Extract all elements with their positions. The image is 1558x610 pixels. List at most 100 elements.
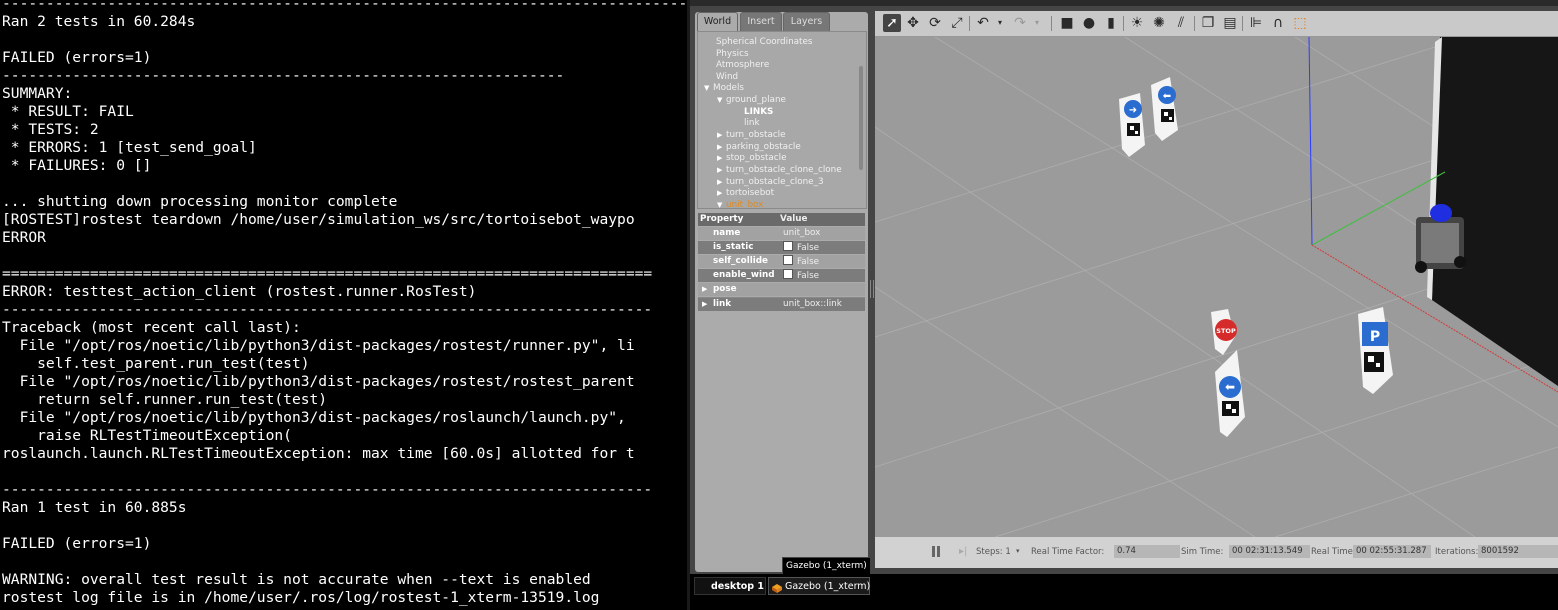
toolbar-separator bbox=[1242, 16, 1243, 31]
expand-right-icon[interactable]: ▶ bbox=[717, 188, 726, 199]
panel-splitter[interactable] bbox=[870, 280, 874, 298]
expand-right-icon[interactable]: ▶ bbox=[717, 142, 726, 153]
spot-light-icon[interactable]: ✺ bbox=[1150, 14, 1168, 32]
expand-right-icon[interactable]: ▶ bbox=[717, 130, 726, 141]
property-value: unit_box bbox=[783, 228, 821, 238]
expand-right-icon[interactable]: ▶ bbox=[717, 165, 726, 176]
gazebo-toolbar: ➚ ✥ ⟳ ⤢ ↶ ▾ ↷ ▾ ■ ● ▮ ☀ ✺ ⫽ ❐ ▤ ⊫ ∩ ⬚ bbox=[875, 11, 1558, 37]
rotate-icon[interactable]: ⟳ bbox=[926, 14, 944, 32]
steps-dropdown-icon[interactable]: ▾ bbox=[1016, 547, 1020, 555]
property-header: Property Value bbox=[698, 213, 865, 226]
expand-down-icon[interactable]: ▼ bbox=[704, 83, 713, 94]
real-time-label: Real Time: bbox=[1311, 547, 1356, 557]
scene-viewport[interactable]: ➜ ⬅ STOP ⬅ P bbox=[875, 37, 1558, 537]
property-row-pose[interactable]: ▶ pose bbox=[698, 283, 865, 296]
svg-text:STOP: STOP bbox=[1216, 327, 1236, 335]
tree-item-unit-box[interactable]: ▼ unit_box bbox=[717, 200, 763, 208]
real-time-value: 00 02:55:31.287 bbox=[1353, 545, 1431, 558]
terminal-output: ----------------------------------------… bbox=[2, 0, 687, 606]
redo-dropdown-icon[interactable]: ▾ bbox=[1028, 14, 1046, 32]
property-value: False bbox=[797, 243, 820, 253]
sphere-shape-icon[interactable]: ● bbox=[1080, 14, 1098, 32]
pause-icon[interactable] bbox=[930, 545, 942, 558]
tab-insert[interactable]: Insert bbox=[740, 12, 782, 31]
desktop-label: desktop 1 bbox=[711, 581, 765, 592]
expand-right-icon[interactable]: ▶ bbox=[717, 177, 726, 188]
gazebo-window: World Insert Layers Spherical Coordinate… bbox=[690, 0, 1558, 610]
gazebo-app-icon bbox=[772, 582, 782, 593]
expand-right-icon[interactable]: ▶ bbox=[717, 153, 726, 164]
tree-item-turn-obstacle-clone-3[interactable]: ▶ turn_obstacle_clone_3 bbox=[717, 177, 824, 188]
tree-item-turn-obstacle-clone-clone[interactable]: ▶ turn_obstacle_clone_clone bbox=[717, 165, 842, 176]
property-key: name bbox=[713, 228, 741, 238]
terminal-window[interactable]: ----------------------------------------… bbox=[0, 0, 687, 610]
property-key: enable_wind bbox=[713, 270, 775, 280]
property-key: link bbox=[713, 299, 732, 309]
tree-item-spherical-coordinates[interactable]: Spherical Coordinates bbox=[716, 37, 813, 48]
svg-text:⬅: ⬅ bbox=[1163, 91, 1171, 102]
point-light-icon[interactable]: ☀ bbox=[1128, 14, 1146, 32]
property-column-header: Property bbox=[700, 214, 744, 224]
box-shape-icon[interactable]: ■ bbox=[1058, 14, 1076, 32]
property-key: pose bbox=[713, 284, 737, 294]
property-row-link[interactable]: ▶ link unit_box::link bbox=[698, 297, 865, 311]
taskbar: desktop 1 Gazebo (1_xterm) bbox=[690, 574, 1558, 610]
property-value: False bbox=[797, 257, 820, 267]
undo-icon[interactable]: ↶ bbox=[974, 14, 992, 32]
tab-layers[interactable]: Layers bbox=[783, 12, 830, 31]
iterations-value: 8001592 bbox=[1478, 545, 1558, 558]
tree-item-link[interactable]: link bbox=[744, 118, 760, 129]
expand-down-icon[interactable]: ▼ bbox=[717, 200, 726, 208]
tree-item-physics[interactable]: Physics bbox=[716, 49, 749, 60]
directional-light-icon[interactable]: ⫽ bbox=[1172, 14, 1190, 32]
property-value: False bbox=[797, 271, 820, 281]
scene-render[interactable]: ➜ ⬅ STOP ⬅ P bbox=[875, 37, 1558, 537]
expand-down-icon[interactable]: ▼ bbox=[717, 95, 726, 106]
scale-icon[interactable]: ⤢ bbox=[948, 14, 966, 32]
paste-icon[interactable]: ▤ bbox=[1221, 14, 1239, 32]
property-row-self-collide: self_collide False bbox=[698, 255, 865, 268]
self-collide-checkbox[interactable] bbox=[783, 255, 793, 265]
simulation-status-bar: ▸| Steps: 1 ▾ Real Time Factor: 0.74 Sim… bbox=[875, 537, 1558, 568]
taskbar-gazebo-window[interactable]: Gazebo (1_xterm) bbox=[768, 577, 870, 595]
rtf-label: Real Time Factor: bbox=[1031, 547, 1105, 557]
tree-item-turn-obstacle[interactable]: ▶ turn_obstacle bbox=[717, 130, 786, 141]
redo-icon[interactable]: ↷ bbox=[1011, 14, 1029, 32]
cylinder-shape-icon[interactable]: ▮ bbox=[1102, 14, 1120, 32]
tab-world[interactable]: World bbox=[697, 12, 738, 31]
gazebo-task-label: Gazebo (1_xterm) bbox=[785, 581, 871, 592]
enable-wind-checkbox[interactable] bbox=[783, 269, 793, 279]
property-key: is_static bbox=[713, 242, 754, 252]
tree-scrollbar[interactable] bbox=[859, 66, 863, 170]
sim-time-value: 00 02:31:13.549 bbox=[1229, 545, 1310, 558]
steps-label[interactable]: Steps: 1 bbox=[976, 547, 1011, 557]
tree-item-models[interactable]: ▼ Models bbox=[704, 83, 744, 94]
tree-item-atmosphere[interactable]: Atmosphere bbox=[716, 60, 769, 71]
svg-text:➜: ➜ bbox=[1129, 105, 1137, 116]
tree-item-parking-obstacle[interactable]: ▶ parking_obstacle bbox=[717, 142, 801, 153]
change-view-icon[interactable]: ⬚ bbox=[1291, 14, 1309, 32]
translate-icon[interactable]: ✥ bbox=[904, 14, 922, 32]
property-value: unit_box::link bbox=[783, 299, 842, 309]
is-static-checkbox[interactable] bbox=[783, 241, 793, 251]
tree-item-stop-obstacle[interactable]: ▶ stop_obstacle bbox=[717, 153, 786, 164]
tree-item-links-header: LINKS bbox=[744, 107, 774, 117]
expand-right-icon[interactable]: ▶ bbox=[702, 283, 707, 296]
select-arrow-icon[interactable]: ➚ bbox=[883, 14, 901, 32]
tree-item-tortoisebot[interactable]: ▶ tortoisebot bbox=[717, 188, 774, 199]
toolbar-separator bbox=[1051, 16, 1052, 31]
tree-item-ground-plane[interactable]: ▼ ground_plane bbox=[717, 95, 786, 106]
tree-item-wind[interactable]: Wind bbox=[716, 72, 738, 83]
undo-dropdown-icon[interactable]: ▾ bbox=[991, 14, 1009, 32]
copy-icon[interactable]: ❐ bbox=[1199, 14, 1217, 32]
iterations-label: Iterations: bbox=[1435, 547, 1479, 557]
snap-icon[interactable]: ∩ bbox=[1269, 14, 1287, 32]
step-icon[interactable]: ▸| bbox=[959, 545, 973, 558]
expand-right-icon[interactable]: ▶ bbox=[702, 298, 707, 311]
desktop-switcher[interactable]: desktop 1 bbox=[694, 577, 766, 595]
align-icon[interactable]: ⊫ bbox=[1247, 14, 1265, 32]
property-row-name: name unit_box bbox=[698, 227, 865, 240]
toolbar-separator bbox=[969, 16, 970, 31]
value-column-header: Value bbox=[780, 214, 808, 224]
world-tree: Spherical Coordinates Physics Atmosphere… bbox=[697, 31, 867, 209]
